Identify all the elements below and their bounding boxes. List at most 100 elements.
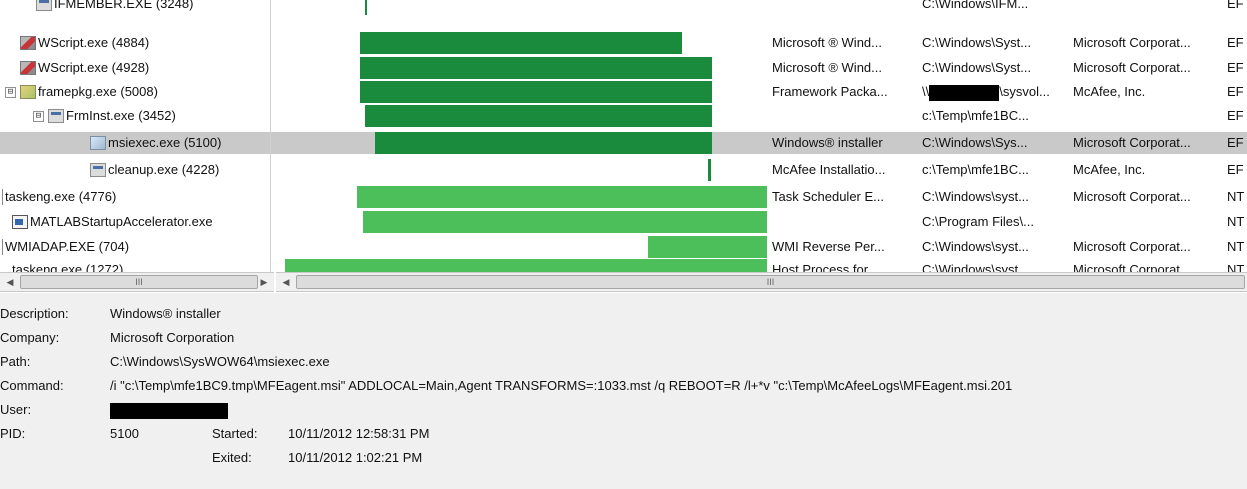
process-name: msiexec.exe (5100) xyxy=(108,135,222,150)
timeline-bar xyxy=(360,32,682,54)
description-cell: McAfee Installatio... xyxy=(772,162,886,177)
user-label: User: xyxy=(0,402,32,417)
command-value: /i "c:\Temp\mfe1BC9.tmp\MFEagent.msi" AD… xyxy=(110,378,1013,393)
process-name: IFMEMBER.EXE (3248) xyxy=(54,0,194,11)
company-cell: Microsoft Corporat... xyxy=(1073,189,1191,204)
path-cell: \\ \sysvol... xyxy=(922,81,1072,103)
process-name: WScript.exe (4928) xyxy=(38,60,150,75)
scroll-left-icon[interactable]: ◀ xyxy=(278,273,294,291)
started-label: Started: xyxy=(212,426,258,441)
pid-label: PID: xyxy=(0,426,26,441)
company-cell: Microsoft Corporat... xyxy=(1073,60,1191,75)
timeline-bar xyxy=(365,105,712,127)
name-column-scrollbar[interactable]: ◀ III ▶ xyxy=(0,272,274,292)
path-cell: C:\Windows\syst... xyxy=(922,262,1029,272)
process-name: framepkg.exe (5008) xyxy=(38,84,158,99)
installer-process-icon xyxy=(90,136,106,150)
script-process-icon xyxy=(20,36,36,50)
table-row-selected[interactable]: msiexec.exe (5100) Windows® installer C:… xyxy=(0,132,1247,154)
description-cell: Task Scheduler E... xyxy=(772,189,884,204)
version-cell: EF xyxy=(1227,135,1244,150)
path-suffix: \sysvol... xyxy=(999,84,1050,99)
column-splitter[interactable] xyxy=(270,0,271,272)
version-cell: NT xyxy=(1227,262,1245,272)
company-cell: Microsoft Corporat... xyxy=(1073,135,1191,150)
process-name: cleanup.exe (4228) xyxy=(108,162,220,177)
path-cell: C:\Windows\syst... xyxy=(922,189,1029,204)
script-process-icon xyxy=(20,61,36,75)
scroll-left-icon[interactable]: ◀ xyxy=(2,273,18,291)
process-name: WScript.exe (4884) xyxy=(38,35,150,50)
timeline-bar xyxy=(648,236,767,258)
tree-line xyxy=(2,239,3,255)
company-cell: Microsoft Corporat... xyxy=(1073,35,1191,50)
path-cell: C:\Windows\Sys... xyxy=(922,135,1028,150)
version-cell: EF xyxy=(1227,84,1244,99)
exited-label: Exited: xyxy=(212,450,252,465)
description-cell: Framework Packa... xyxy=(772,84,888,99)
version-cell: EF xyxy=(1227,0,1244,11)
path-label: Path: xyxy=(0,354,31,369)
timeline-bar xyxy=(360,57,712,79)
description-cell: Windows® installer xyxy=(772,135,883,150)
table-row[interactable]: taskeng.exe (1272) Host Process for ... … xyxy=(0,259,1247,272)
scroll-thumb[interactable]: III xyxy=(296,275,1245,289)
table-row[interactable]: WScript.exe (4928) Microsoft ® Wind... C… xyxy=(0,57,1247,79)
path-prefix: \\ xyxy=(922,84,930,99)
grip-icon: III xyxy=(766,277,775,287)
path-value: C:\Windows\SysWOW64\msiexec.exe xyxy=(110,354,330,369)
table-row[interactable]: MATLABStartupAccelerator.exe C:\Program … xyxy=(0,211,1247,233)
path-cell: C:\Windows\syst... xyxy=(922,239,1029,254)
path-cell: c:\Temp\mfe1BC... xyxy=(922,162,1029,177)
timeline-scrollbar[interactable]: ◀ III xyxy=(276,272,1247,292)
application-icon xyxy=(12,215,28,229)
timeline-bar xyxy=(708,159,711,181)
path-cell: C:\Program Files\... xyxy=(922,214,1034,229)
version-cell: EF xyxy=(1227,35,1244,50)
process-name: MATLABStartupAccelerator.exe xyxy=(30,214,213,229)
table-row[interactable]: taskeng.exe (4776) Task Scheduler E... C… xyxy=(0,186,1247,208)
scroll-right-icon[interactable]: ▶ xyxy=(256,273,272,291)
user-value xyxy=(110,401,228,419)
description-cell: WMI Reverse Per... xyxy=(772,239,885,254)
version-cell: EF xyxy=(1227,60,1244,75)
version-cell: NT xyxy=(1227,214,1245,229)
process-name: WMIADAP.EXE (704) xyxy=(5,239,130,254)
collapse-icon[interactable]: ⊟ xyxy=(5,86,16,98)
timeline-bar xyxy=(375,132,712,154)
command-label: Command: xyxy=(0,378,64,393)
path-cell: c:\Temp\mfe1BC... xyxy=(922,108,1029,123)
table-row[interactable]: ⊟ FrmInst.exe (3452) c:\Temp\mfe1BC... E… xyxy=(0,105,1247,127)
process-name: taskeng.exe (4776) xyxy=(5,189,117,204)
company-cell: Microsoft Corporat... xyxy=(1073,239,1191,254)
process-icon xyxy=(48,109,64,123)
pid-value: 5100 xyxy=(110,426,139,441)
version-cell: NT xyxy=(1227,239,1245,254)
grip-icon: III xyxy=(135,277,143,287)
started-value: 10/11/2012 12:58:31 PM xyxy=(288,426,430,441)
company-cell: McAfee, Inc. xyxy=(1073,84,1146,99)
timeline-bar xyxy=(357,186,767,208)
table-row[interactable]: ⊟ framepkg.exe (5008) Framework Packa...… xyxy=(0,81,1247,103)
table-row[interactable]: cleanup.exe (4228) McAfee Installatio...… xyxy=(0,159,1247,181)
process-icon xyxy=(90,163,106,177)
process-name: FrmInst.exe (3452) xyxy=(66,108,176,123)
table-row[interactable]: WScript.exe (4884) Microsoft ® Wind... C… xyxy=(0,32,1247,54)
timeline-bar xyxy=(285,259,767,272)
description-label: Description: xyxy=(0,306,69,321)
process-name: taskeng.exe (1272) xyxy=(12,262,124,272)
version-cell: EF xyxy=(1227,162,1244,177)
timeline-bar xyxy=(363,211,767,233)
table-row[interactable]: WMIADAP.EXE (704) WMI Reverse Per... C:\… xyxy=(0,236,1247,258)
redaction-box xyxy=(929,84,1000,101)
company-label: Company: xyxy=(0,330,60,345)
collapse-icon[interactable]: ⊟ xyxy=(33,110,44,122)
tree-line xyxy=(2,189,3,205)
path-cell: C:\Windows\Syst... xyxy=(922,60,1032,75)
timeline-bar xyxy=(360,81,712,103)
path-cell: C:\Windows\IFM... xyxy=(922,0,1029,11)
table-row[interactable]: IFMEMBER.EXE (3248) C:\Windows\IFM... EF xyxy=(0,0,1247,15)
scroll-thumb[interactable]: III xyxy=(20,275,258,289)
description-cell: Microsoft ® Wind... xyxy=(772,35,882,50)
exited-value: 10/11/2012 1:02:21 PM xyxy=(288,450,423,465)
